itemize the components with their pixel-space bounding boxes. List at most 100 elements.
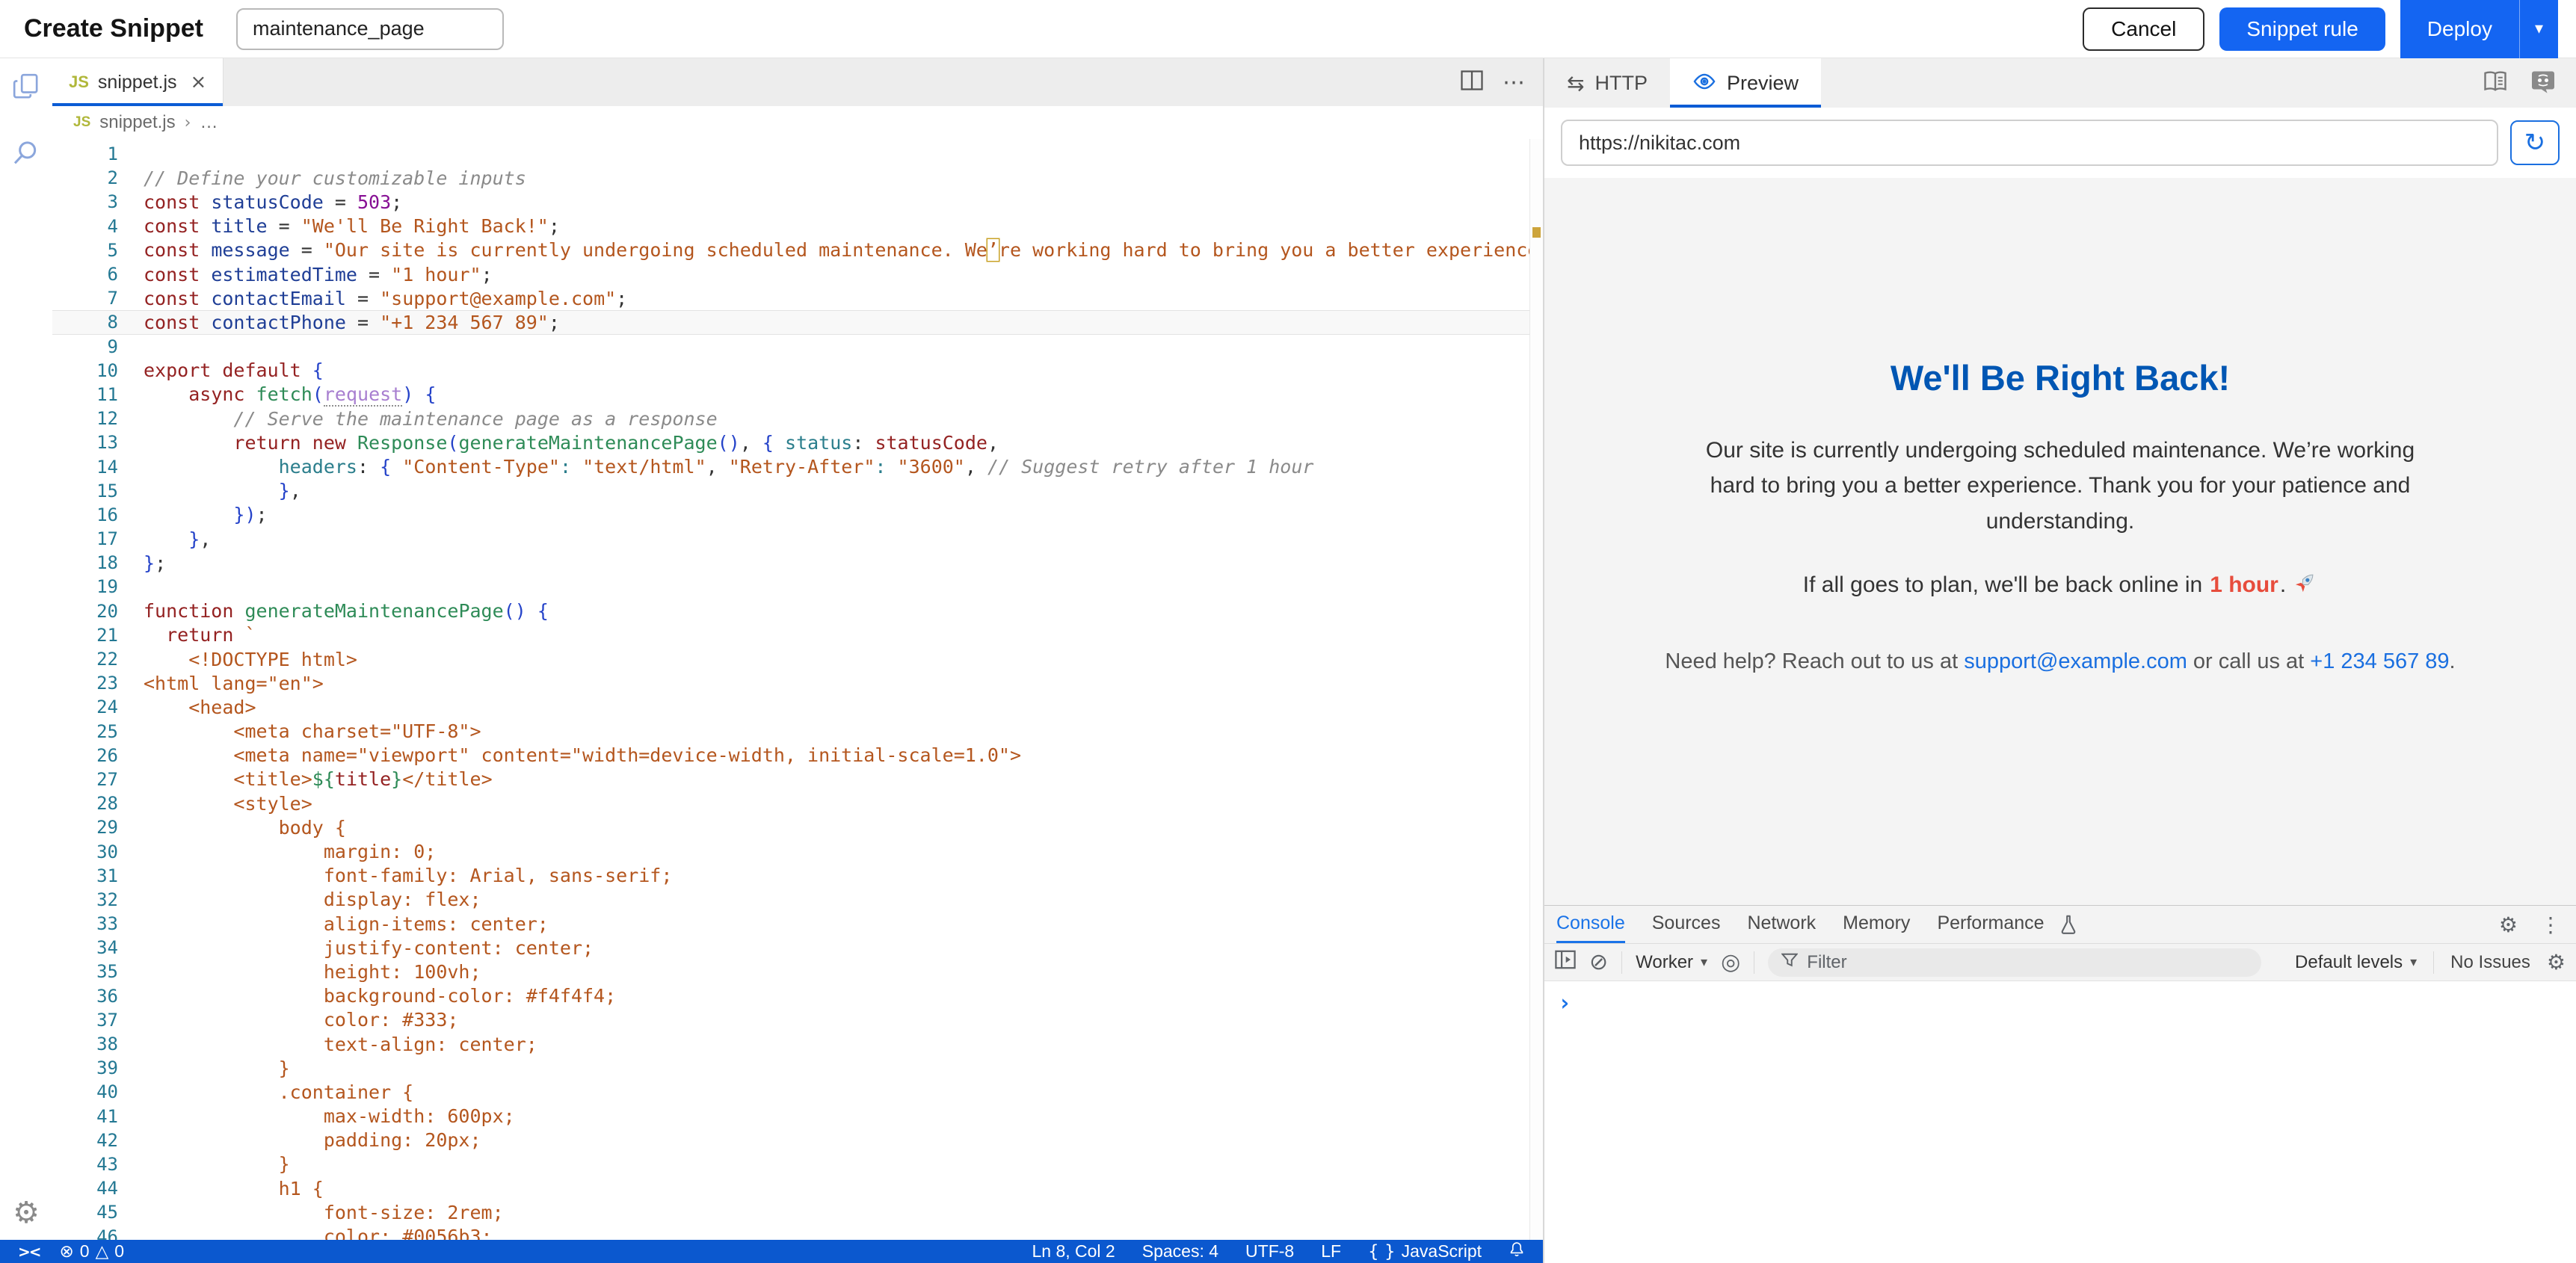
code-line[interactable]: 30 margin: 0;: [52, 839, 1543, 863]
settings-gear-icon[interactable]: ⚙: [13, 1198, 40, 1228]
code-line[interactable]: 25 <meta charset="UTF-8">: [52, 720, 1543, 744]
log-levels-selector[interactable]: Default levels ▾: [2295, 952, 2417, 973]
code-line[interactable]: 6const estimatedTime = "1 hour";: [52, 262, 1543, 286]
support-email-link[interactable]: support@example.com: [1964, 649, 2187, 673]
code-line[interactable]: 17 },: [52, 527, 1543, 551]
editor-scrollbar[interactable]: [1529, 139, 1543, 1240]
code-line[interactable]: 5const message = "Our site is currently …: [52, 238, 1543, 262]
devtools-settings-gear-icon[interactable]: ⚙: [2499, 912, 2518, 937]
code-line[interactable]: 35 height: 100vh;: [52, 960, 1543, 983]
experiments-flask-icon[interactable]: [2059, 906, 2077, 943]
tab-preview[interactable]: Preview: [1670, 58, 1821, 108]
snippet-name-input[interactable]: [236, 8, 504, 50]
split-editor-icon[interactable]: [1461, 70, 1483, 94]
issues-counter[interactable]: No Issues: [2450, 952, 2530, 973]
line-number: 8: [52, 312, 144, 333]
devtools-tab-console[interactable]: Console: [1556, 906, 1625, 943]
code-line[interactable]: 11 async fetch(request) {: [52, 383, 1543, 407]
code-line[interactable]: 12 // Serve the maintenance page as a re…: [52, 407, 1543, 430]
language-mode[interactable]: { } JavaScript: [1368, 1241, 1482, 1262]
indentation-setting[interactable]: Spaces: 4: [1142, 1241, 1218, 1262]
code-line-text: .container {: [144, 1081, 413, 1103]
code-line[interactable]: 9: [52, 335, 1543, 359]
remote-indicator-icon[interactable]: ><: [18, 1243, 40, 1261]
code-line[interactable]: 1: [52, 142, 1543, 166]
code-line[interactable]: 10export default {: [52, 359, 1543, 383]
code-line[interactable]: 16 });: [52, 503, 1543, 527]
encoding-setting[interactable]: UTF-8: [1245, 1241, 1294, 1262]
tab-snippet-js[interactable]: JS snippet.js ×: [52, 58, 224, 106]
devtools-tab-performance[interactable]: Performance: [1937, 906, 2044, 943]
code-line[interactable]: 8const contactPhone = "+1 234 567 89";: [52, 310, 1543, 334]
notifications-bell-icon[interactable]: [1509, 1241, 1525, 1262]
discord-icon[interactable]: [2530, 68, 2557, 99]
breadcrumb-file[interactable]: snippet.js: [99, 112, 175, 133]
eol-setting[interactable]: LF: [1321, 1241, 1341, 1262]
line-number: 12: [52, 408, 144, 429]
code-line[interactable]: 46 color: #0056b3;: [52, 1224, 1543, 1240]
code-line[interactable]: 39 }: [52, 1056, 1543, 1080]
code-line[interactable]: 3const statusCode = 503;: [52, 190, 1543, 214]
more-actions-icon[interactable]: ⋯: [1503, 70, 1526, 96]
code-line[interactable]: 32 display: flex;: [52, 888, 1543, 912]
context-selector[interactable]: Worker ▾: [1636, 952, 1707, 973]
cursor-position[interactable]: Ln 8, Col 2: [1032, 1241, 1115, 1262]
code-line[interactable]: 20function generateMaintenancePage() {: [52, 599, 1543, 623]
code-line[interactable]: 4const title = "We'll Be Right Back!";: [52, 214, 1543, 238]
code-line[interactable]: 15 },: [52, 479, 1543, 503]
code-line[interactable]: 14 headers: { "Content-Type": "text/html…: [52, 454, 1543, 478]
devtools-menu-kebab-icon[interactable]: ⋮: [2540, 912, 2561, 937]
devtools-tab-network[interactable]: Network: [1747, 906, 1816, 943]
code-line[interactable]: 22 <!DOCTYPE html>: [52, 647, 1543, 671]
code-line[interactable]: 44 h1 {: [52, 1176, 1543, 1200]
url-input[interactable]: [1561, 120, 2498, 166]
code-line[interactable]: 45 font-size: 2rem;: [52, 1200, 1543, 1224]
code-line[interactable]: 24 <head>: [52, 695, 1543, 719]
devtools-tab-sources[interactable]: Sources: [1652, 906, 1721, 943]
refresh-button[interactable]: ↻: [2510, 120, 2560, 165]
code-line[interactable]: 38 text-align: center;: [52, 1032, 1543, 1056]
devtools-tab-memory[interactable]: Memory: [1843, 906, 1910, 943]
phone-link[interactable]: +1 234 567 89: [2310, 649, 2449, 673]
line-number: 10: [52, 360, 144, 381]
code-line[interactable]: 36 background-color: #f4f4f4;: [52, 984, 1543, 1008]
cancel-button[interactable]: Cancel: [2083, 7, 2204, 51]
console-sidebar-toggle-icon[interactable]: [1555, 950, 1576, 975]
live-expression-eye-icon[interactable]: ◎: [1721, 951, 1740, 974]
files-icon[interactable]: [11, 72, 41, 105]
console-settings-gear-icon[interactable]: ⚙: [2547, 950, 2566, 975]
docs-book-icon[interactable]: [2482, 70, 2509, 96]
code-line[interactable]: 37 color: #333;: [52, 1008, 1543, 1032]
code-line[interactable]: 31 font-family: Arial, sans-serif;: [52, 864, 1543, 888]
code-line[interactable]: 26 <meta name="viewport" content="width=…: [52, 744, 1543, 768]
code-line[interactable]: 23<html lang="en">: [52, 671, 1543, 695]
code-line[interactable]: 18};: [52, 551, 1543, 575]
tab-http[interactable]: ⇆ HTTP: [1544, 58, 1670, 108]
editor-pane: ⚙ JS snippet.js × ⋯: [0, 58, 1544, 1263]
code-line[interactable]: 43 }: [52, 1152, 1543, 1176]
code-line[interactable]: 41 max-width: 600px;: [52, 1105, 1543, 1128]
problems-status[interactable]: ⊗ 0 △ 0: [60, 1241, 125, 1262]
code-line[interactable]: 42 padding: 20px;: [52, 1128, 1543, 1152]
code-line[interactable]: 13 return new Response(generateMaintenan…: [52, 430, 1543, 454]
code-line-text: },: [144, 528, 211, 550]
console-filter-input[interactable]: Filter: [1768, 948, 2261, 977]
code-line[interactable]: 7const contactEmail = "support@example.c…: [52, 286, 1543, 310]
code-line[interactable]: 34 justify-content: center;: [52, 936, 1543, 960]
close-icon[interactable]: ×: [191, 72, 207, 92]
code-line[interactable]: 29 body {: [52, 815, 1543, 839]
clear-console-icon[interactable]: ⊘: [1589, 951, 1608, 974]
code-line[interactable]: 33 align-items: center;: [52, 912, 1543, 936]
snippet-rule-button[interactable]: Snippet rule: [2219, 7, 2385, 51]
breadcrumb-more[interactable]: …: [200, 112, 218, 133]
search-icon[interactable]: [11, 138, 41, 172]
code-editor[interactable]: 12// Define your customizable inputs3con…: [52, 139, 1543, 1240]
code-line[interactable]: 19: [52, 575, 1543, 599]
code-line[interactable]: 28 <style>: [52, 791, 1543, 815]
code-line[interactable]: 2// Define your customizable inputs: [52, 166, 1543, 190]
console-output[interactable]: ›: [1544, 981, 2576, 1263]
code-line[interactable]: 40 .container {: [52, 1080, 1543, 1104]
code-line[interactable]: 21 return `: [52, 623, 1543, 647]
code-line[interactable]: 27 <title>${title}</title>: [52, 768, 1543, 791]
breadcrumb[interactable]: JS snippet.js › …: [52, 106, 1543, 139]
